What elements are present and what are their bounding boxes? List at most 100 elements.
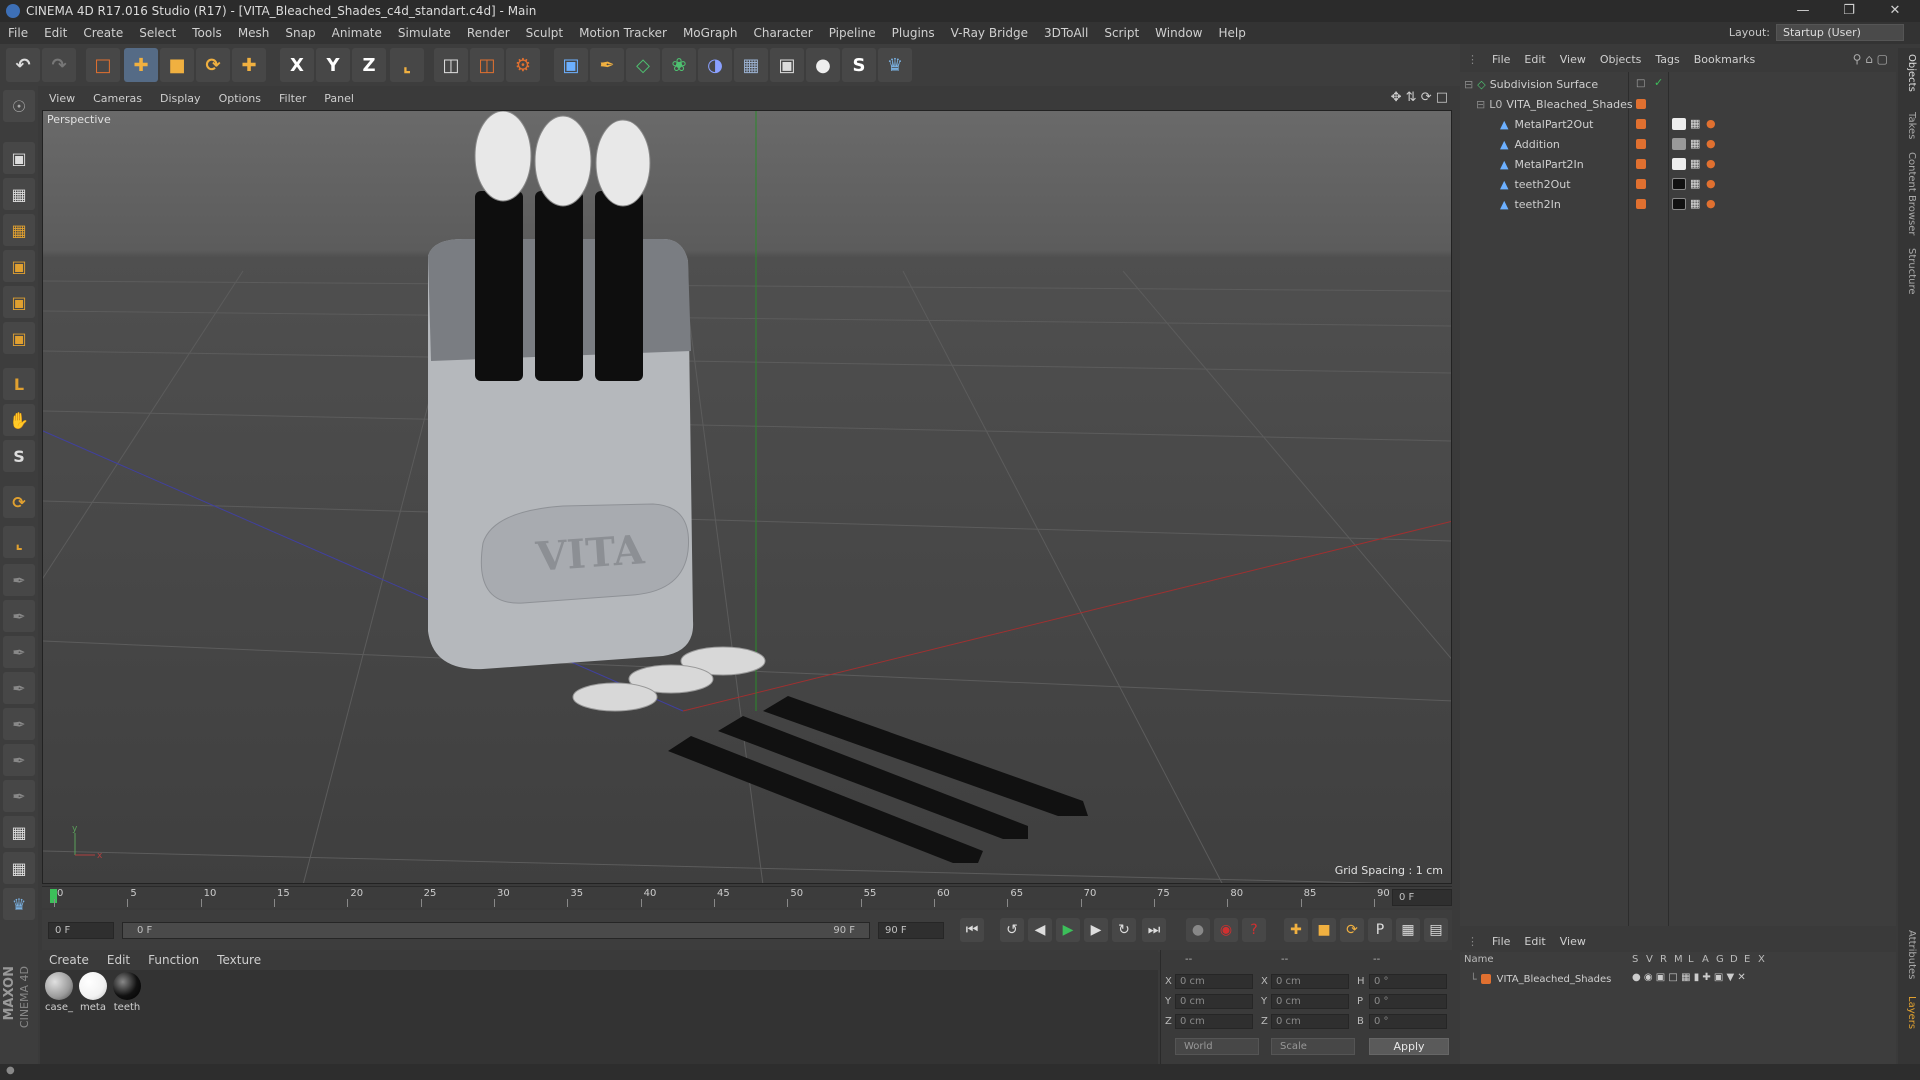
size-mode-dropdown[interactable]: Scale [1271,1038,1355,1055]
material-meta[interactable]: meta [78,972,108,1013]
rotation-p-field[interactable]: 0 ° [1369,994,1447,1009]
y-axis-lock-button[interactable]: Y [316,48,350,82]
object-row-metalpart2in[interactable]: ▲ MetalPart2In ▦ ● [1460,154,1896,174]
viewport-menu-filter[interactable]: Filter [270,92,315,105]
phong-tag-icon[interactable]: ● [1706,117,1716,130]
points-mode-icon[interactable]: ▣ [3,250,35,282]
preview-range-slider[interactable]: 0 F 90 F [122,922,870,939]
menu-file[interactable]: File [0,26,36,40]
menu-mograph[interactable]: MoGraph [675,26,746,40]
menu-tools[interactable]: Tools [184,26,230,40]
material-tag-icon[interactable] [1672,118,1686,130]
object-row-vita-bleached-shades[interactable]: ⊟ L0 VITA_Bleached_Shades [1460,94,1896,114]
expand-toggle-icon[interactable]: ⊟ [1464,78,1473,91]
position-y-field[interactable]: 0 cm [1175,994,1253,1009]
menu-sculpt[interactable]: Sculpt [518,26,571,40]
locked-workplane-icon[interactable]: ⌞ [3,526,35,558]
menu-select[interactable]: Select [131,26,184,40]
goto-start-icon[interactable]: ⏮ [960,918,984,942]
undo-icon[interactable]: ↶ [6,48,40,82]
axis-mode-icon[interactable]: L [3,368,35,400]
current-frame-field[interactable]: 0 F [1392,889,1452,906]
redo-icon[interactable]: ↷ [42,48,76,82]
key-parameter-icon[interactable]: P [1368,918,1392,942]
brush-g-icon[interactable]: ✒ [3,708,35,740]
object-menu-view[interactable]: View [1553,53,1593,66]
start-frame-field[interactable]: 0 F [48,922,114,939]
coordinate-system-icon[interactable]: ⌞ [390,48,424,82]
material-menu-create[interactable]: Create [40,953,98,967]
subdivision-surface-icon[interactable]: ◇ [626,48,660,82]
viewport-menu-panel[interactable]: Panel [315,92,363,105]
layer-check-icon[interactable]: □ [1636,78,1645,89]
menu-vray-bridge[interactable]: V-Ray Bridge [943,26,1036,40]
rotate-tool-icon[interactable]: ⟳ [196,48,230,82]
apply-button[interactable]: Apply [1369,1038,1449,1055]
menu-help[interactable]: Help [1210,26,1253,40]
goto-next-key-icon[interactable]: ↻ [1112,918,1136,942]
layout-dropdown[interactable]: Startup (User) [1776,24,1904,41]
x-axis-lock-button[interactable]: X [280,48,314,82]
brush-tool-icon[interactable]: ✒ [3,564,35,596]
polygons-mode-icon[interactable]: ▣ [3,322,35,354]
object-menu-edit[interactable]: Edit [1517,53,1552,66]
viewport-navigation-icon[interactable]: ✥ ⇅ ⟳ □ [1391,90,1448,105]
deformer-icon[interactable]: ◑ [698,48,732,82]
brush-p-icon[interactable]: ✒ [3,600,35,632]
position-z-field[interactable]: 0 cm [1175,1014,1253,1029]
object-menu-tags[interactable]: Tags [1648,53,1686,66]
tab-structure[interactable]: Structure [1901,248,1917,295]
tab-content-browser[interactable]: Content Browser [1901,152,1917,235]
material-tag-icon[interactable] [1672,178,1686,190]
menu-render[interactable]: Render [459,26,518,40]
material-teeth[interactable]: teeth [112,972,142,1013]
texture-tag-icon[interactable]: ▦ [1690,137,1700,150]
scale-tool-icon[interactable]: ■ [160,48,194,82]
layer-row-vita-bleached-shades[interactable]: └ VITA_Bleached_Shades ● ◉ ▣ □ ▦ ▮ ✚ ▣ ▼… [1460,970,1896,988]
render-settings-icon[interactable]: ⚙ [506,48,540,82]
texture-tag-icon[interactable]: ▦ [1690,197,1700,210]
menu-pipeline[interactable]: Pipeline [821,26,884,40]
menu-edit[interactable]: Edit [36,26,75,40]
object-search-icon[interactable]: ⚲ ⌂ ▢ [1853,52,1888,66]
python-generator-icon[interactable]: ♛ [3,888,35,920]
material-tag-icon[interactable] [1672,138,1686,150]
render-view-icon[interactable]: ◫ [434,48,468,82]
material-menu-edit[interactable]: Edit [98,953,139,967]
position-x-field[interactable]: 0 cm [1175,974,1253,989]
viewport-menu-view[interactable]: View [40,92,84,105]
render-picture-viewer-icon[interactable]: ◫ [470,48,504,82]
material-menu-function[interactable]: Function [139,953,208,967]
brush-h-icon[interactable]: ✒ [3,744,35,776]
autokey-icon[interactable]: ? [1242,918,1266,942]
layer-color-swatch[interactable] [1480,974,1491,984]
goto-prev-key-icon[interactable]: ↺ [1000,918,1024,942]
record-keys-off-icon[interactable]: ● [1186,918,1210,942]
floor-icon[interactable]: ▦ [734,48,768,82]
phong-tag-icon[interactable]: ● [1706,177,1716,190]
object-row-metalpart2out[interactable]: ▲ MetalPart2Out ▦ ● [1460,114,1896,134]
rotation-b-field[interactable]: 0 ° [1369,1014,1447,1029]
texture-tag-icon[interactable]: ▦ [1690,117,1700,130]
last-tool-icon[interactable]: ✚ [232,48,266,82]
cube-primitive-icon[interactable]: ▣ [554,48,588,82]
menu-motion-tracker[interactable]: Motion Tracker [571,26,675,40]
coordinate-mode-dropdown[interactable]: World [1175,1038,1259,1055]
texture-mode-icon[interactable]: ▦ [3,178,35,210]
viewport-menu-options[interactable]: Options [210,92,270,105]
light-icon[interactable]: ● [806,48,840,82]
live-selection-icon[interactable]: □ [86,48,120,82]
tab-attributes[interactable]: Attributes [1901,930,1917,979]
texture-tag-icon[interactable]: ▦ [1690,177,1700,190]
size-x-field[interactable]: 0 cm [1271,974,1349,989]
menu-snap[interactable]: Snap [277,26,323,40]
menu-3dtoall[interactable]: 3DToAll [1036,26,1096,40]
play-icon[interactable]: ▶ [1056,918,1080,942]
model-mode-icon[interactable]: ▣ [3,142,35,174]
object-row-subdivision-surface[interactable]: ⊟ ◇ Subdivision Surface □ ✓ [1460,74,1896,94]
key-position-icon[interactable]: ✚ [1284,918,1308,942]
viewport-menu-cameras[interactable]: Cameras [84,92,151,105]
make-editable-icon[interactable]: ☉ [3,90,35,122]
record-active-icon[interactable]: ◉ [1214,918,1238,942]
cloner-icon[interactable]: ❀ [662,48,696,82]
